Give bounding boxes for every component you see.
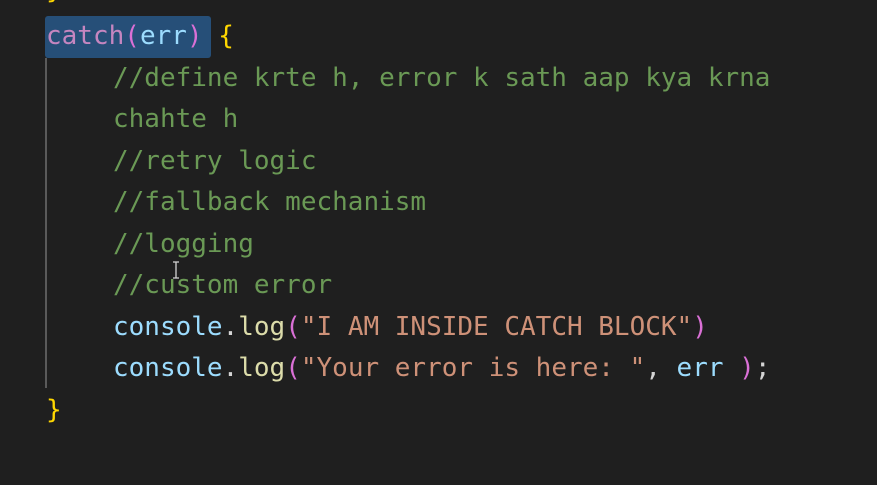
catch-open-brace: {	[218, 21, 234, 51]
comment-line-4[interactable]: //logging	[113, 224, 254, 265]
log2-dot: .	[222, 353, 239, 383]
code-editor[interactable]: } catch(err) { //define krte h, error k …	[0, 0, 877, 485]
log2-semicolon: ;	[754, 353, 771, 383]
prev-closing-brace: }	[46, 0, 62, 11]
log1-dot: .	[222, 312, 239, 342]
comment-line-1b[interactable]: chahte h	[113, 99, 238, 140]
log2-string: "Your error is here: "	[300, 353, 646, 383]
log1-open-paren: (	[285, 312, 301, 342]
log2-close-paren: )	[739, 353, 755, 383]
catch-open-paren: (	[124, 21, 140, 51]
log1-object: console	[113, 312, 223, 342]
log2-open-paren: (	[285, 353, 301, 383]
log2-object: console	[113, 353, 223, 383]
log1-string: "I AM INSIDE CATCH BLOCK"	[300, 312, 693, 342]
comment-line-1a[interactable]: //define krte h, error k sath aap kya kr…	[113, 58, 770, 99]
log2-arg: err	[676, 353, 724, 383]
indent-guide	[45, 58, 47, 388]
log1-function: log	[238, 312, 286, 342]
comment-line-2[interactable]: //retry logic	[113, 141, 317, 182]
catch-keyword: catch	[46, 21, 125, 51]
comment-line-5[interactable]: //custom error	[113, 265, 332, 306]
closing-brace[interactable]: }	[46, 390, 62, 431]
comment-line-3[interactable]: //fallback mechanism	[113, 182, 426, 223]
log2-comma: ,	[645, 353, 677, 383]
log1-close-paren: )	[692, 312, 708, 342]
catch-param: err	[139, 21, 187, 51]
catch-close-paren: )	[186, 21, 203, 51]
code-line-log2[interactable]: console.log("Your error is here: ", err …	[113, 348, 770, 389]
log2-function: log	[238, 353, 286, 383]
text-cursor-icon	[171, 260, 181, 280]
code-line-log1[interactable]: console.log("I AM INSIDE CATCH BLOCK")	[113, 307, 708, 348]
log2-space	[724, 353, 740, 383]
code-line-catch[interactable]: catch(err) {	[46, 16, 234, 57]
